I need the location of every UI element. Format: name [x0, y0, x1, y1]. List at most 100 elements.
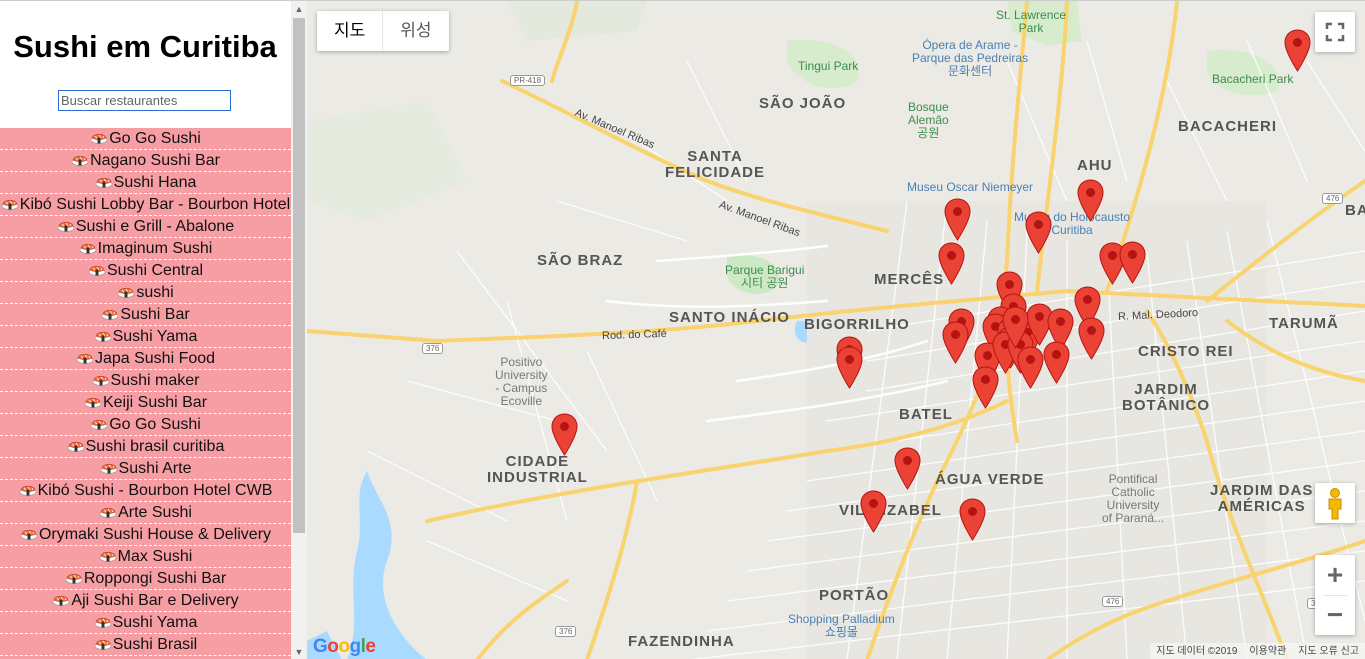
route-shield: 376 — [422, 343, 444, 354]
sidebar: Sushi em Curitiba Go Go Sushi Nagano Sush… — [0, 1, 307, 659]
sushi-icon — [94, 614, 113, 631]
sushi-icon — [100, 460, 119, 477]
poi-label[interactable]: Bacacheri Park — [1212, 73, 1293, 86]
list-item-label: Arte Sushi — [118, 504, 192, 521]
google-logo[interactable]: Google — [313, 636, 376, 658]
map-marker[interactable] — [1025, 211, 1052, 254]
map-marker[interactable] — [1002, 306, 1029, 349]
map-type-map-button[interactable]: 지도 — [317, 11, 382, 51]
list-item[interactable]: Sushi Arte — [0, 458, 291, 480]
list-item[interactable]: Nagano Sushi Bar — [0, 150, 291, 172]
map-marker[interactable] — [1043, 341, 1070, 384]
list-item[interactable]: Japa Sushi Food — [0, 348, 291, 370]
map-marker[interactable] — [551, 413, 578, 456]
list-item-label: Aji Sushi Bar e Delivery — [71, 592, 239, 609]
poi-label[interactable]: Parque Barigui 시티 공원 — [725, 264, 804, 290]
poi-label[interactable]: Museu Oscar Niemeyer — [907, 181, 1033, 194]
scrollbar-thumb[interactable] — [293, 18, 305, 533]
poi-label[interactable]: Tingui Park — [798, 60, 858, 73]
scrollbar[interactable]: ▲ ▼ — [291, 1, 307, 659]
google-logo-letter: G — [313, 636, 328, 657]
map-marker[interactable] — [860, 490, 887, 533]
list-item[interactable]: Sushi Yama — [0, 326, 291, 348]
map-marker[interactable] — [836, 346, 863, 389]
scroll-up-arrow-icon[interactable]: ▲ — [291, 1, 307, 17]
route-shield: 476 — [1322, 193, 1344, 204]
list-item-label: Roppongi Sushi Bar — [83, 570, 227, 587]
poi-label[interactable]: Ópera de Arame - Parque das Pedreiras 문화… — [912, 39, 1028, 78]
list-item-label: Imaginum Sushi — [97, 240, 213, 257]
scroll-down-arrow-icon[interactable]: ▼ — [291, 644, 307, 659]
map-marker[interactable] — [959, 498, 986, 541]
list-item[interactable]: Imaginum Sushi — [0, 238, 291, 260]
list-item[interactable]: Kibó Sushi Lobby Bar - Bourbon Hotel — [0, 194, 291, 216]
poi-label[interactable]: St. Lawrence Park — [996, 9, 1066, 35]
list-item[interactable]: Roppongi Sushi Bar — [0, 568, 291, 590]
list-item[interactable]: Sushi Central — [0, 260, 291, 282]
district-label: TARUMÃ — [1269, 315, 1339, 332]
list-item[interactable]: sushi — [0, 282, 291, 304]
map-type-satellite-button[interactable]: 위성 — [382, 11, 448, 51]
list-item-label: Keiji Sushi Bar — [102, 394, 208, 411]
list-item[interactable]: Keiji Sushi Bar — [0, 392, 291, 414]
list-item[interactable]: Sushi Yama — [0, 612, 291, 634]
list-item-label: Sushi Central — [106, 262, 204, 279]
map-marker[interactable] — [1077, 179, 1104, 222]
search-input[interactable] — [58, 90, 231, 111]
list-item[interactable]: Max Sushi — [0, 546, 291, 568]
list-item[interactable]: Kibó Sushi - Bourbon Hotel CWB — [0, 480, 291, 502]
sushi-icon — [95, 174, 114, 191]
sushi-icon — [99, 548, 118, 565]
list-item-label: Sushi Brasil — [112, 636, 198, 653]
google-logo-letter: o — [338, 636, 350, 657]
poi-label[interactable]: Pontifical Catholic University of Paraná… — [1102, 473, 1164, 525]
sushi-icon — [94, 328, 113, 345]
poi-label[interactable]: Bosque Alemão 공원 — [908, 101, 949, 140]
sushi-icon — [52, 592, 71, 609]
map-marker[interactable] — [1284, 29, 1311, 72]
street-view-pegman-button[interactable] — [1315, 483, 1355, 523]
route-shield: 476 — [1102, 596, 1124, 607]
zoom-in-button[interactable]: + — [1315, 555, 1355, 595]
district-label: PORTÃO — [819, 587, 890, 604]
map-marker[interactable] — [942, 321, 969, 364]
list-item[interactable]: Sushi e Grill - Abalone — [0, 216, 291, 238]
map-marker[interactable] — [944, 198, 971, 241]
list-item[interactable]: Go Go Sushi — [0, 128, 291, 150]
list-item-label: Orymaki Sushi House & Delivery — [38, 526, 272, 543]
map[interactable]: SANTA FELICIDADE SÃO BRAZ MERCÊS BIGORRILHO… — [307, 1, 1365, 659]
sushi-icon — [79, 240, 98, 257]
map-marker[interactable] — [1078, 317, 1105, 360]
poi-label[interactable]: Shopping Palladium 쇼핑몰 — [788, 613, 895, 639]
zoom-out-button[interactable]: − — [1315, 595, 1355, 635]
list-item[interactable]: Sushi maker — [0, 370, 291, 392]
google-logo-letter: g — [349, 636, 362, 657]
sushi-icon — [65, 570, 84, 587]
list-item[interactable]: Orymaki Sushi House & Delivery — [0, 524, 291, 546]
sushi-icon — [117, 284, 136, 301]
poi-label[interactable]: Positivo University - Campus Ecoville — [495, 356, 548, 408]
map-marker[interactable] — [1119, 241, 1146, 284]
list-item-label: Sushi Hana — [113, 174, 197, 191]
route-shield: 376 — [555, 626, 577, 637]
list-item[interactable]: Sushi Brasil — [0, 634, 291, 656]
map-footer: 지도 데이터 ©2019 이용약관 지도 오류 신고 — [1150, 643, 1365, 659]
list-item[interactable]: Sushi Hana — [0, 172, 291, 194]
map-marker[interactable] — [894, 447, 921, 490]
map-type-control: 지도 위성 — [317, 11, 449, 51]
list-item[interactable]: Arte Sushi — [0, 502, 291, 524]
sushi-icon — [19, 482, 38, 499]
list-item[interactable]: Aji Sushi Bar e Delivery — [0, 590, 291, 612]
terms-link[interactable]: 이용약관 — [1243, 643, 1292, 659]
map-marker[interactable] — [938, 242, 965, 285]
sushi-icon — [94, 636, 113, 653]
map-marker[interactable] — [1017, 346, 1044, 389]
report-map-error-link[interactable]: 지도 오류 신고 — [1292, 643, 1365, 659]
list-item-label: Go Go Sushi — [109, 130, 201, 147]
list-item[interactable]: Sushi Bar — [0, 304, 291, 326]
page-title: Sushi em Curitiba — [13, 29, 277, 64]
list-item[interactable]: Go Go Sushi — [0, 414, 291, 436]
fullscreen-button[interactable] — [1315, 12, 1355, 52]
list-item[interactable]: Sushi brasil curitiba — [0, 436, 291, 458]
sushi-icon — [88, 262, 107, 279]
